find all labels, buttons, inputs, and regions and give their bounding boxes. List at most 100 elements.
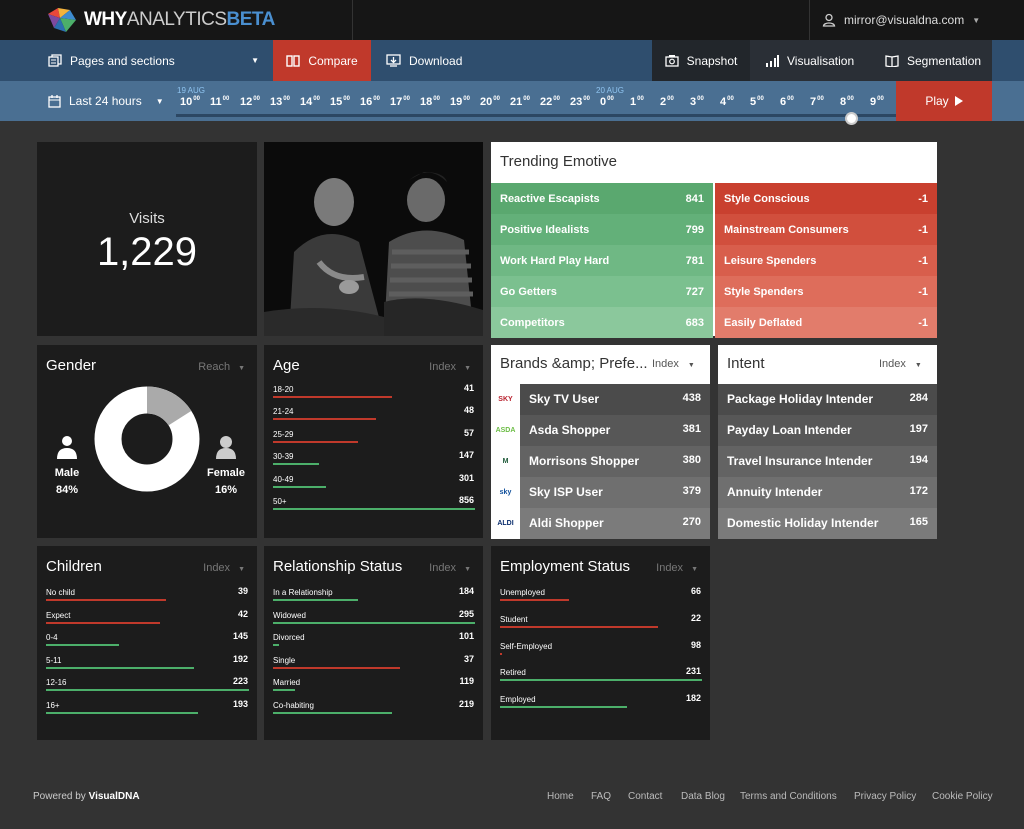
timeline-hour[interactable]: 100	[630, 96, 644, 108]
children-row[interactable]: 16+ 193	[46, 699, 248, 721]
timeline[interactable]: 19 AUG 20 AUG 1000 1100 1200 1300 1400 1500 16…	[176, 85, 896, 117]
trending-row[interactable]: Go Getters 727	[491, 276, 713, 307]
timeline-hour[interactable]: 1700	[390, 96, 410, 108]
timeline-hour[interactable]: 1800	[420, 96, 440, 108]
timeline-hour[interactable]: 1500	[330, 96, 350, 108]
timeline-hour[interactable]: 600	[780, 96, 794, 108]
timeline-hour[interactable]: 500	[750, 96, 764, 108]
timeline-hour[interactable]: 1300	[270, 96, 290, 108]
timeline-hour[interactable]: 000	[600, 96, 614, 108]
trending-row[interactable]: Easily Deflated -1	[715, 307, 937, 338]
trending-row[interactable]: Positive Idealists 799	[491, 214, 713, 245]
children-row[interactable]: 0-4 145	[46, 631, 248, 653]
brand-row[interactable]: SKY Sky TV User 438	[491, 384, 710, 415]
footer-link[interactable]: Contact	[628, 791, 662, 802]
footer-link[interactable]: Home	[547, 791, 574, 802]
timeline-handle[interactable]	[845, 112, 858, 125]
footer-link[interactable]: Data Blog	[681, 791, 725, 802]
relationship-row[interactable]: Co-habiting 219	[273, 699, 474, 721]
employment-row[interactable]: Self-Employed 98	[500, 640, 701, 662]
intent-row[interactable]: Payday Loan Intender 197	[718, 415, 937, 446]
intent-row[interactable]: Annuity Intender 172	[718, 477, 937, 508]
brand-row[interactable]: sky Sky ISP User 379	[491, 477, 710, 508]
footer-link[interactable]: Terms and Conditions	[740, 791, 837, 802]
brand-row[interactable]: ASDA Asda Shopper 381	[491, 415, 710, 446]
timeline-hour[interactable]: 2200	[540, 96, 560, 108]
timeline-hour[interactable]: 700	[810, 96, 824, 108]
timeline-hour[interactable]: 1000	[180, 96, 200, 108]
footer-link[interactable]: Privacy Policy	[854, 791, 916, 802]
intent-row[interactable]: Package Holiday Intender 284	[718, 384, 937, 415]
age-row[interactable]: 40-49 301	[273, 473, 474, 495]
download-button[interactable]: Download	[386, 40, 462, 81]
brands-metric-dropdown[interactable]: Index ▼	[652, 358, 695, 370]
snapshot-tab[interactable]: Snapshot	[652, 40, 750, 81]
employment-row[interactable]: Student 22	[500, 613, 701, 635]
age-row[interactable]: 25-29 57	[273, 428, 474, 450]
timeline-hour[interactable]: 800	[840, 96, 854, 108]
employment-row[interactable]: Employed 182	[500, 693, 701, 715]
trending-row[interactable]: Style Spenders -1	[715, 276, 937, 307]
gender-metric-dropdown[interactable]: Reach ▼	[198, 361, 245, 373]
user-menu[interactable]: mirror@visualdna.com ▼	[822, 0, 980, 40]
employment-row[interactable]: Unemployed 66	[500, 586, 701, 608]
trending-row[interactable]: Style Conscious -1	[715, 183, 937, 214]
children-row[interactable]: 5-11 192	[46, 654, 248, 676]
trending-row[interactable]: Mainstream Consumers -1	[715, 214, 937, 245]
intent-value: 165	[909, 516, 928, 528]
timeline-hour[interactable]: 1400	[300, 96, 320, 108]
relationship-row[interactable]: Widowed 295	[273, 609, 475, 631]
chevron-down-icon: ▼	[155, 96, 164, 106]
trending-row[interactable]: Competitors 683	[491, 307, 713, 338]
intent-row[interactable]: Domestic Holiday Intender 165	[718, 508, 937, 539]
segmentation-tab[interactable]: Segmentation	[885, 40, 981, 81]
age-row[interactable]: 18-20 41	[273, 383, 474, 405]
timeline-hour[interactable]: 2300	[570, 96, 590, 108]
male-label: Male	[54, 467, 80, 479]
age-row[interactable]: 50+ 856	[273, 495, 475, 517]
employment-metric-dropdown[interactable]: Index ▼	[656, 562, 698, 574]
timeline-hour[interactable]: 1900	[450, 96, 470, 108]
timeline-hour[interactable]: 2000	[480, 96, 500, 108]
children-row[interactable]: Expect 42	[46, 609, 248, 631]
relationship-row[interactable]: Single 37	[273, 654, 474, 676]
time-range-dropdown[interactable]: Last 24 hours ▼	[48, 81, 164, 121]
timeline-hour[interactable]: 1600	[360, 96, 380, 108]
trending-row[interactable]: Leisure Spenders -1	[715, 245, 937, 276]
timeline-hour[interactable]: 300	[690, 96, 704, 108]
visualisation-tab[interactable]: Visualisation	[765, 40, 854, 81]
brand-row[interactable]: ALDI Aldi Shopper 270	[491, 508, 710, 539]
children-metric-dropdown[interactable]: Index ▼	[203, 562, 245, 574]
logo[interactable]: WHYANALYTICSBETA	[46, 6, 275, 34]
children-row[interactable]: 12-16 223	[46, 676, 249, 698]
compare-button[interactable]: Compare	[273, 40, 371, 81]
timeline-hour[interactable]: 900	[870, 96, 884, 108]
timeline-hour[interactable]: 1200	[240, 96, 260, 108]
age-row[interactable]: 21-24 48	[273, 405, 474, 427]
age-metric-label: Index	[429, 361, 457, 373]
intent-row[interactable]: Travel Insurance Intender 194	[718, 446, 937, 477]
chevron-down-icon: ▼	[914, 362, 922, 369]
age-row[interactable]: 30-39 147	[273, 450, 474, 472]
intent-metric-dropdown[interactable]: Index ▼	[879, 358, 922, 370]
relationship-row[interactable]: In a Relationship 184	[273, 586, 474, 608]
timeline-hour[interactable]: 2100	[510, 96, 530, 108]
trending-row[interactable]: Work Hard Play Hard 781	[491, 245, 713, 276]
play-button[interactable]: Play	[896, 81, 992, 121]
brand-row[interactable]: M Morrisons Shopper 380	[491, 446, 710, 477]
timeline-hour[interactable]: 400	[720, 96, 734, 108]
pages-and-sections-dropdown[interactable]: Pages and sections ▼	[48, 40, 273, 81]
footer-link[interactable]: FAQ	[591, 791, 611, 802]
hour-minutes: 00	[607, 96, 614, 102]
timeline-hour[interactable]: 200	[660, 96, 674, 108]
timeline-hour[interactable]: 1100	[210, 96, 229, 108]
age-metric-dropdown[interactable]: Index ▼	[429, 361, 471, 373]
children-row[interactable]: No child 39	[46, 586, 248, 608]
powered-by-brand[interactable]: VisualDNA	[89, 791, 140, 802]
footer-link[interactable]: Cookie Policy	[932, 791, 993, 802]
relationship-row[interactable]: Divorced 101	[273, 631, 474, 653]
relationship-row[interactable]: Married 119	[273, 676, 474, 698]
trending-row[interactable]: Reactive Escapists 841	[491, 183, 713, 214]
employment-row[interactable]: Retired 231	[500, 666, 702, 688]
relationship-metric-dropdown[interactable]: Index ▼	[429, 562, 471, 574]
